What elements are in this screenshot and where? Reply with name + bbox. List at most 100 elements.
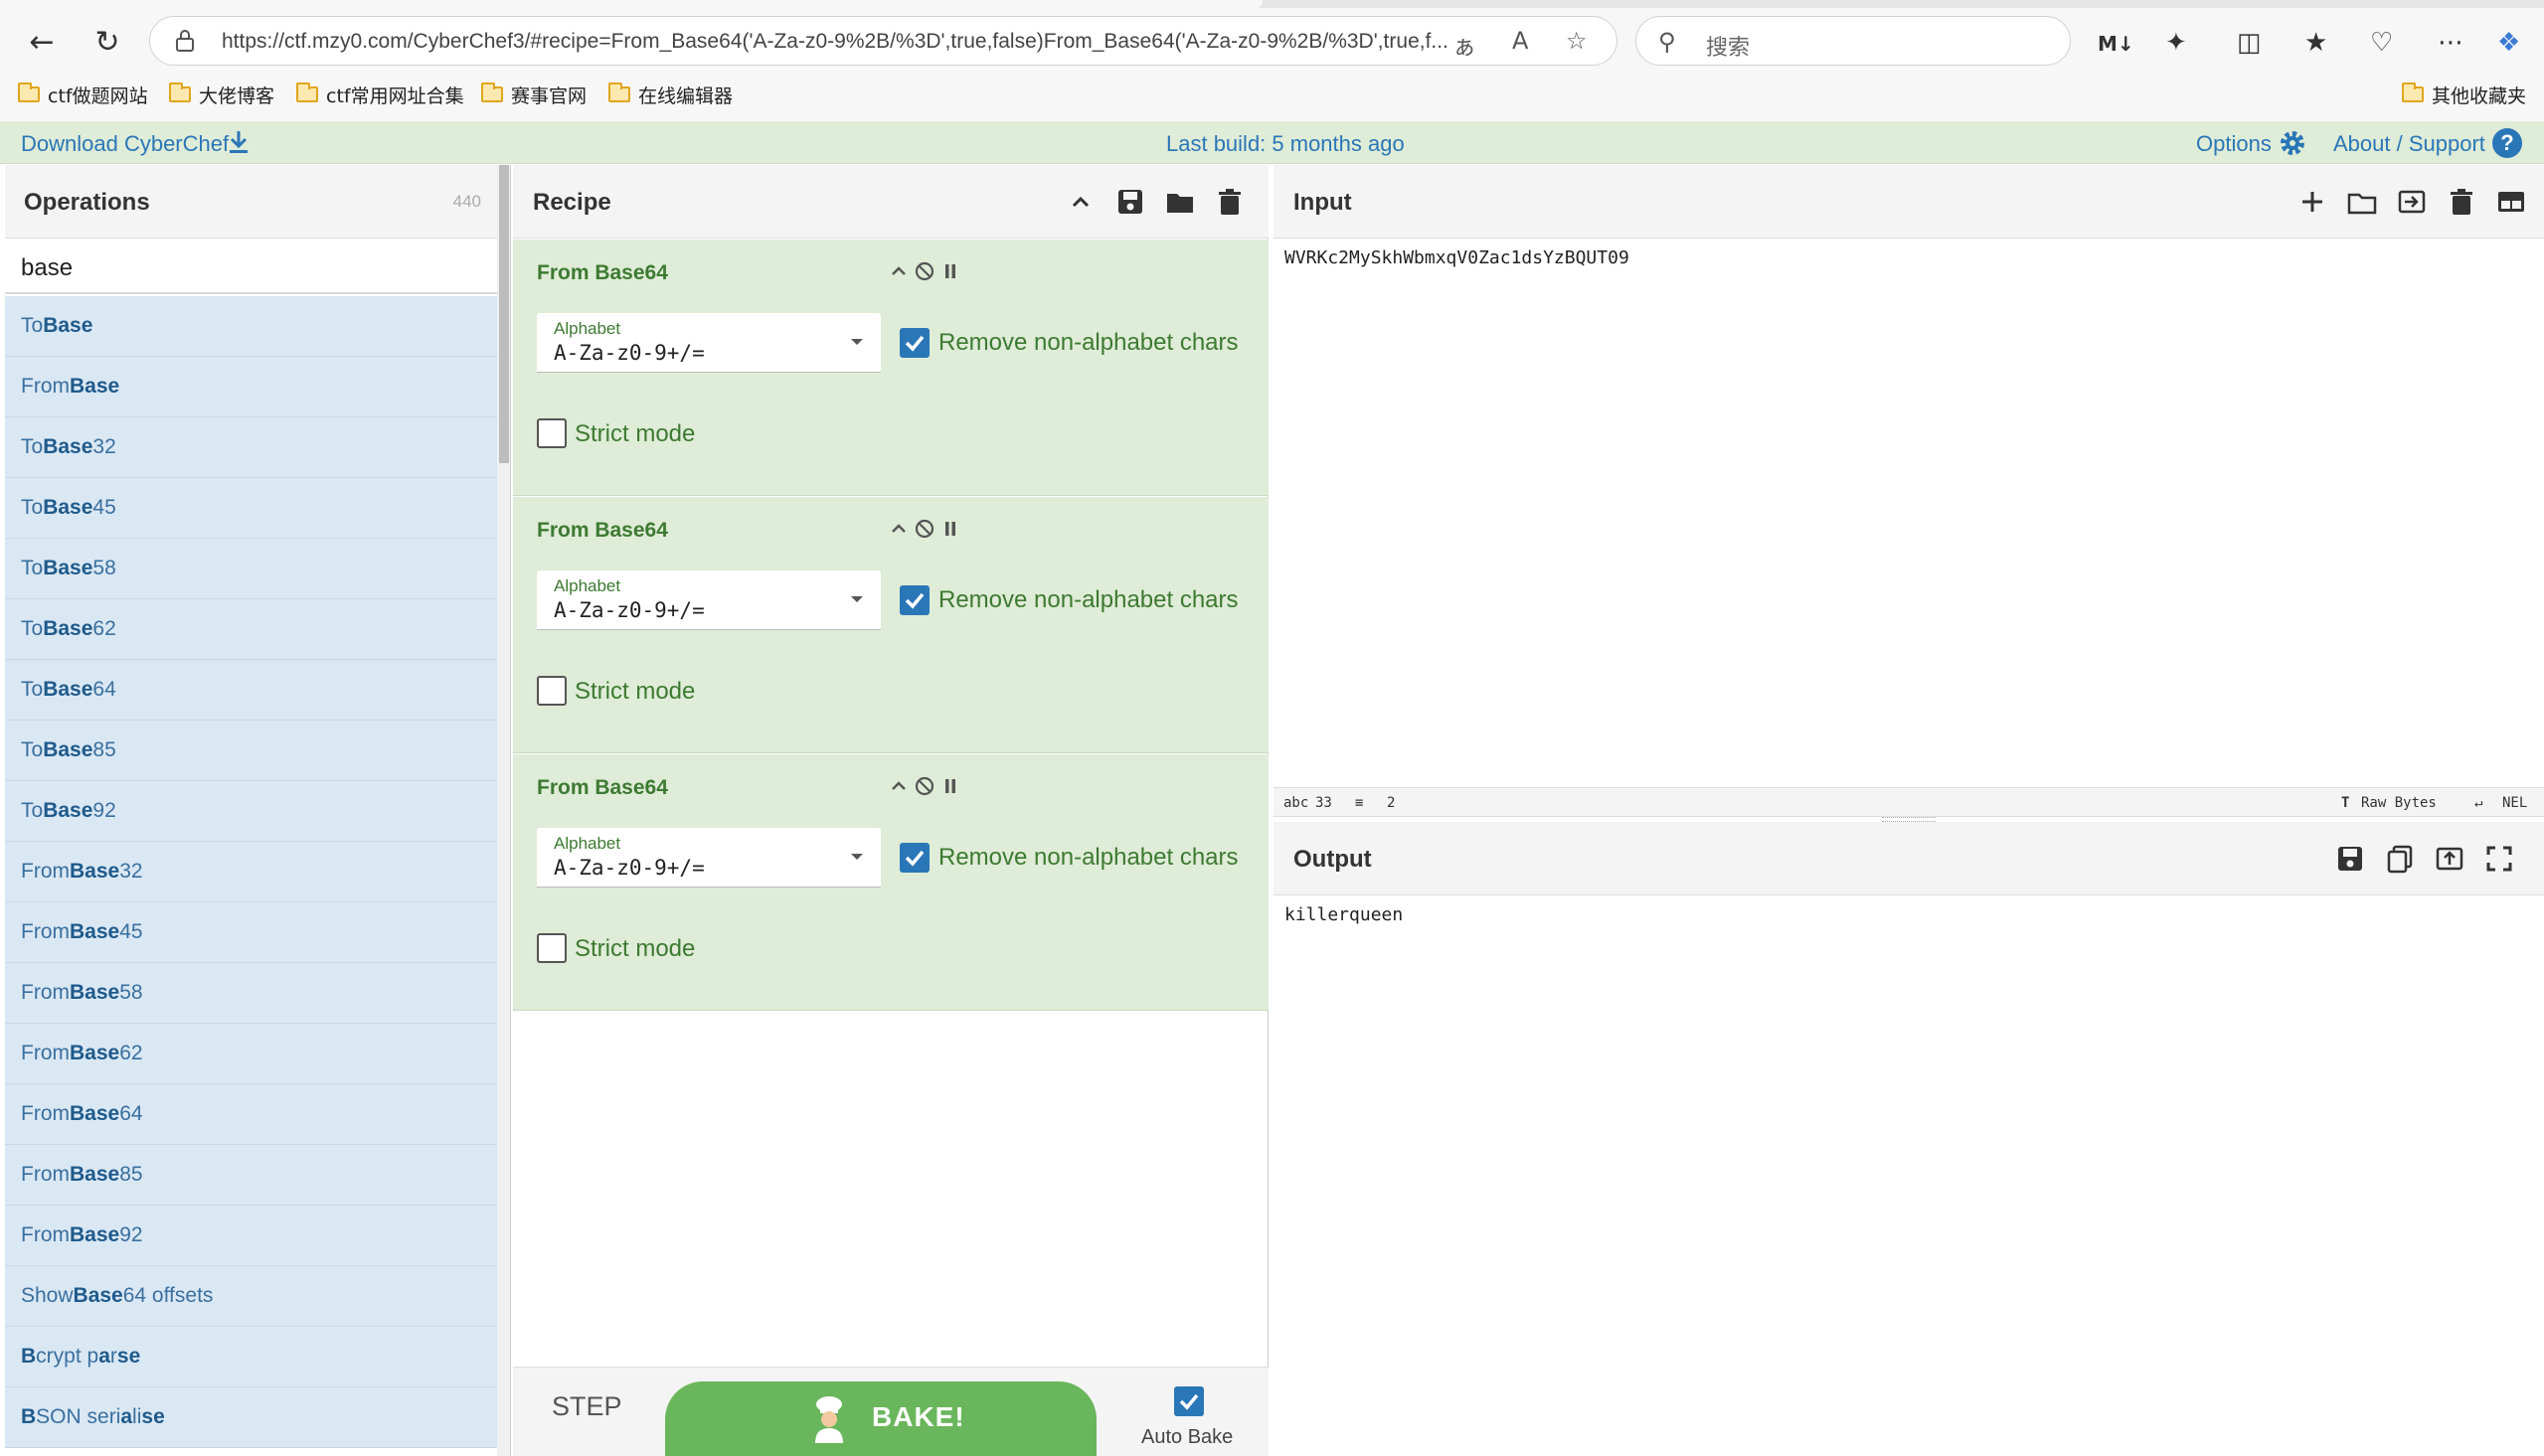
replace-input-icon[interactable] [2435,844,2464,874]
operation-item[interactable]: B SON seri a li se [5,1387,497,1448]
strict-mode-checkbox[interactable] [537,418,567,448]
browser-essentials-icon[interactable]: ♡ [2370,28,2393,58]
operation-item[interactable]: To Base 58 [5,539,497,599]
operation-item[interactable]: From Base 92 [5,1206,497,1266]
save-output-icon[interactable] [2335,844,2365,874]
operation-item[interactable]: From Base 32 [5,842,497,902]
strict-mode-checkbox[interactable] [537,676,567,706]
disable-operation-icon[interactable] [913,259,936,283]
disable-operation-icon[interactable] [913,517,936,541]
alphabet-select[interactable]: Alphabet A-Za-z0-9+/= [537,828,881,888]
add-tab-icon[interactable] [2297,187,2327,217]
output-text[interactable]: killerqueen [1284,904,1403,925]
clear-recipe-trash-icon[interactable] [1215,187,1245,217]
input-textarea[interactable]: WVRKc2MySkhWbmxqV0Zac1dsYzBQUT09 [1284,247,1629,268]
bookmark-folder[interactable]: 大佬博客 [169,81,274,108]
recipe-operation[interactable]: From Base64 Alphabet A-Za-z0-9+/= Remove no… [513,497,1269,753]
options-link[interactable]: Options [2196,131,2272,157]
disable-operation-icon[interactable] [913,774,936,798]
active-tab[interactable] [0,0,1263,8]
collapse-operation-icon[interactable] [887,517,911,541]
gear-icon[interactable] [2278,128,2307,158]
address-bar[interactable]: https://ctf.mzy0.com/CyberChef3/#recipe=… [149,16,1617,66]
operation-item[interactable]: To Base 62 [5,599,497,660]
bookmark-folder[interactable]: ctf做题网站 [18,81,148,108]
operation-item[interactable]: To Base 92 [5,781,497,842]
collapse-operation-icon[interactable] [887,774,911,798]
operation-item[interactable]: From Base 64 [5,1084,497,1145]
extensions-icon[interactable]: ✦ [2165,28,2187,58]
about-support-link[interactable]: About / Support [2333,131,2485,157]
favorite-star-icon[interactable]: ☆ [1566,27,1588,55]
operation-item[interactable]: To Base 85 [5,721,497,781]
alphabet-select[interactable]: Alphabet A-Za-z0-9+/= [537,570,881,630]
bake-button[interactable]: BAKE! [665,1381,1097,1456]
more-menu-icon[interactable]: ⋯ [2438,28,2463,58]
dropdown-caret-icon[interactable] [851,854,863,860]
scrollbar-thumb[interactable] [499,165,509,463]
maximise-output-icon[interactable] [2484,844,2514,874]
collapse-all-icon[interactable] [1066,187,1096,217]
bookmark-folder[interactable]: 在线编辑器 [608,81,733,108]
operations-search-input[interactable]: base [5,239,497,294]
text-encoding-icon[interactable]: T [2341,795,2349,811]
strict-mode-label[interactable]: Strict mode [575,420,695,448]
bookmark-folder[interactable]: 赛事官网 [481,81,587,108]
other-bookmarks[interactable]: 其他收藏夹 [2402,81,2526,108]
remove-non-alphabet-checkbox[interactable] [900,328,930,358]
remove-non-alphabet-label[interactable]: Remove non-alphabet chars [938,329,1239,357]
dropdown-caret-icon[interactable] [851,596,863,602]
remove-non-alphabet-label[interactable]: Remove non-alphabet chars [938,586,1239,614]
split-screen-icon[interactable]: ◫ [2237,28,2262,58]
operation-item[interactable]: To Base [5,296,497,357]
copilot-icon[interactable]: ❖ [2497,28,2520,58]
strict-mode-label[interactable]: Strict mode [575,678,695,706]
operation-item[interactable]: From Base 45 [5,902,497,963]
bookmark-folder[interactable]: ctf常用网址合集 [296,81,464,108]
recipe-operation[interactable]: From Base64 Alphabet A-Za-z0-9+/= Remove no… [513,754,1269,1011]
eol-label[interactable]: NEL [2502,795,2527,811]
browser-search-box[interactable]: ⚲ 搜索 [1635,16,2071,66]
read-aloud-icon[interactable]: A [1512,27,1528,55]
collapse-operation-icon[interactable] [887,259,911,283]
markdown-icon[interactable]: M↓ [2098,32,2134,56]
refresh-icon[interactable]: ↻ [87,22,127,62]
operation-item[interactable]: Bcrypt p a r se [5,1327,497,1387]
strict-mode-checkbox[interactable] [537,933,567,963]
operation-item[interactable]: From Base 62 [5,1024,497,1084]
reset-layout-icon[interactable] [2496,187,2526,217]
encoding-label[interactable]: Raw Bytes [2361,795,2437,811]
recipe-operation[interactable]: From Base64 Alphabet A-Za-z0-9+/= Remove no… [513,240,1269,496]
operation-item[interactable]: Show Base 64 offsets [5,1266,497,1327]
site-info-icon[interactable] [174,29,196,53]
save-recipe-icon[interactable] [1115,187,1145,217]
operation-item[interactable]: To Base 32 [5,417,497,478]
clear-input-trash-icon[interactable] [2447,187,2476,217]
operations-search-value[interactable]: base [21,254,73,282]
operation-item[interactable]: From Base [5,357,497,417]
back-icon[interactable]: ← [22,22,62,62]
alphabet-select[interactable]: Alphabet A-Za-z0-9+/= [537,313,881,373]
operations-scrollbar[interactable] [497,165,510,1456]
operation-item[interactable]: From Base 58 [5,963,497,1024]
download-icon[interactable] [227,129,251,155]
breakpoint-pause-icon[interactable] [938,517,962,541]
eol-icon[interactable]: ↵ [2474,795,2482,811]
operation-item[interactable]: To Base 64 [5,660,497,721]
favorites-icon[interactable]: ★ [2304,28,2327,58]
load-recipe-folder-icon[interactable] [1165,187,1195,217]
remove-non-alphabet-checkbox[interactable] [900,585,930,615]
operation-item[interactable]: From Base 85 [5,1145,497,1206]
auto-bake-checkbox[interactable] [1174,1386,1204,1416]
breakpoint-pause-icon[interactable] [938,774,962,798]
step-button[interactable]: STEP [552,1391,622,1422]
translate-icon[interactable]: ぁ [1452,27,1476,62]
open-folder-icon[interactable] [2347,187,2377,217]
copy-output-icon[interactable] [2385,844,2415,874]
open-file-icon[interactable] [2397,187,2427,217]
operation-item[interactable]: To Base 45 [5,478,497,539]
remove-non-alphabet-label[interactable]: Remove non-alphabet chars [938,844,1239,872]
remove-non-alphabet-checkbox[interactable] [900,843,930,873]
help-icon[interactable]: ? [2492,128,2522,158]
url-text[interactable]: https://ctf.mzy0.com/CyberChef3/#recipe=… [222,30,1574,54]
